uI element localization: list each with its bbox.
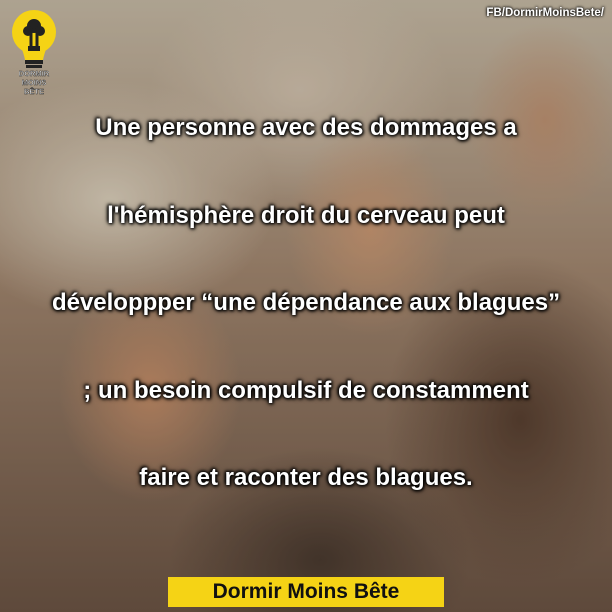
logo-line-3: BÊTE [24,87,44,96]
fact-text: Une personne avec des dommages a l'hémis… [0,112,612,550]
lightbulb-logo-icon: DORMIR MOINS BÊTE [12,10,56,96]
brand-name: Dormir Moins Bête [212,580,400,603]
facebook-handle: FB/DormirMoinsBete/ [486,7,604,19]
brand-banner: Dormir Moins Bête [168,577,444,607]
fact-line-2: l'hémisphère droit du cerveau peut [107,201,505,229]
fact-line-5: faire et raconter des blagues. [139,464,473,492]
logo-line-2: MOINS [22,78,47,87]
fact-line-3: développper “une dépendance aux blagues” [51,289,561,317]
logo-line-1: DORMIR [19,69,50,78]
post-image: DORMIR MOINS BÊTE FB/DormirMoinsBete/ Un… [0,0,612,612]
fact-line-1: Une personne avec des dommages a [95,114,517,141]
fact-line-4: ; un besoin compulsif de constamment [83,376,529,404]
